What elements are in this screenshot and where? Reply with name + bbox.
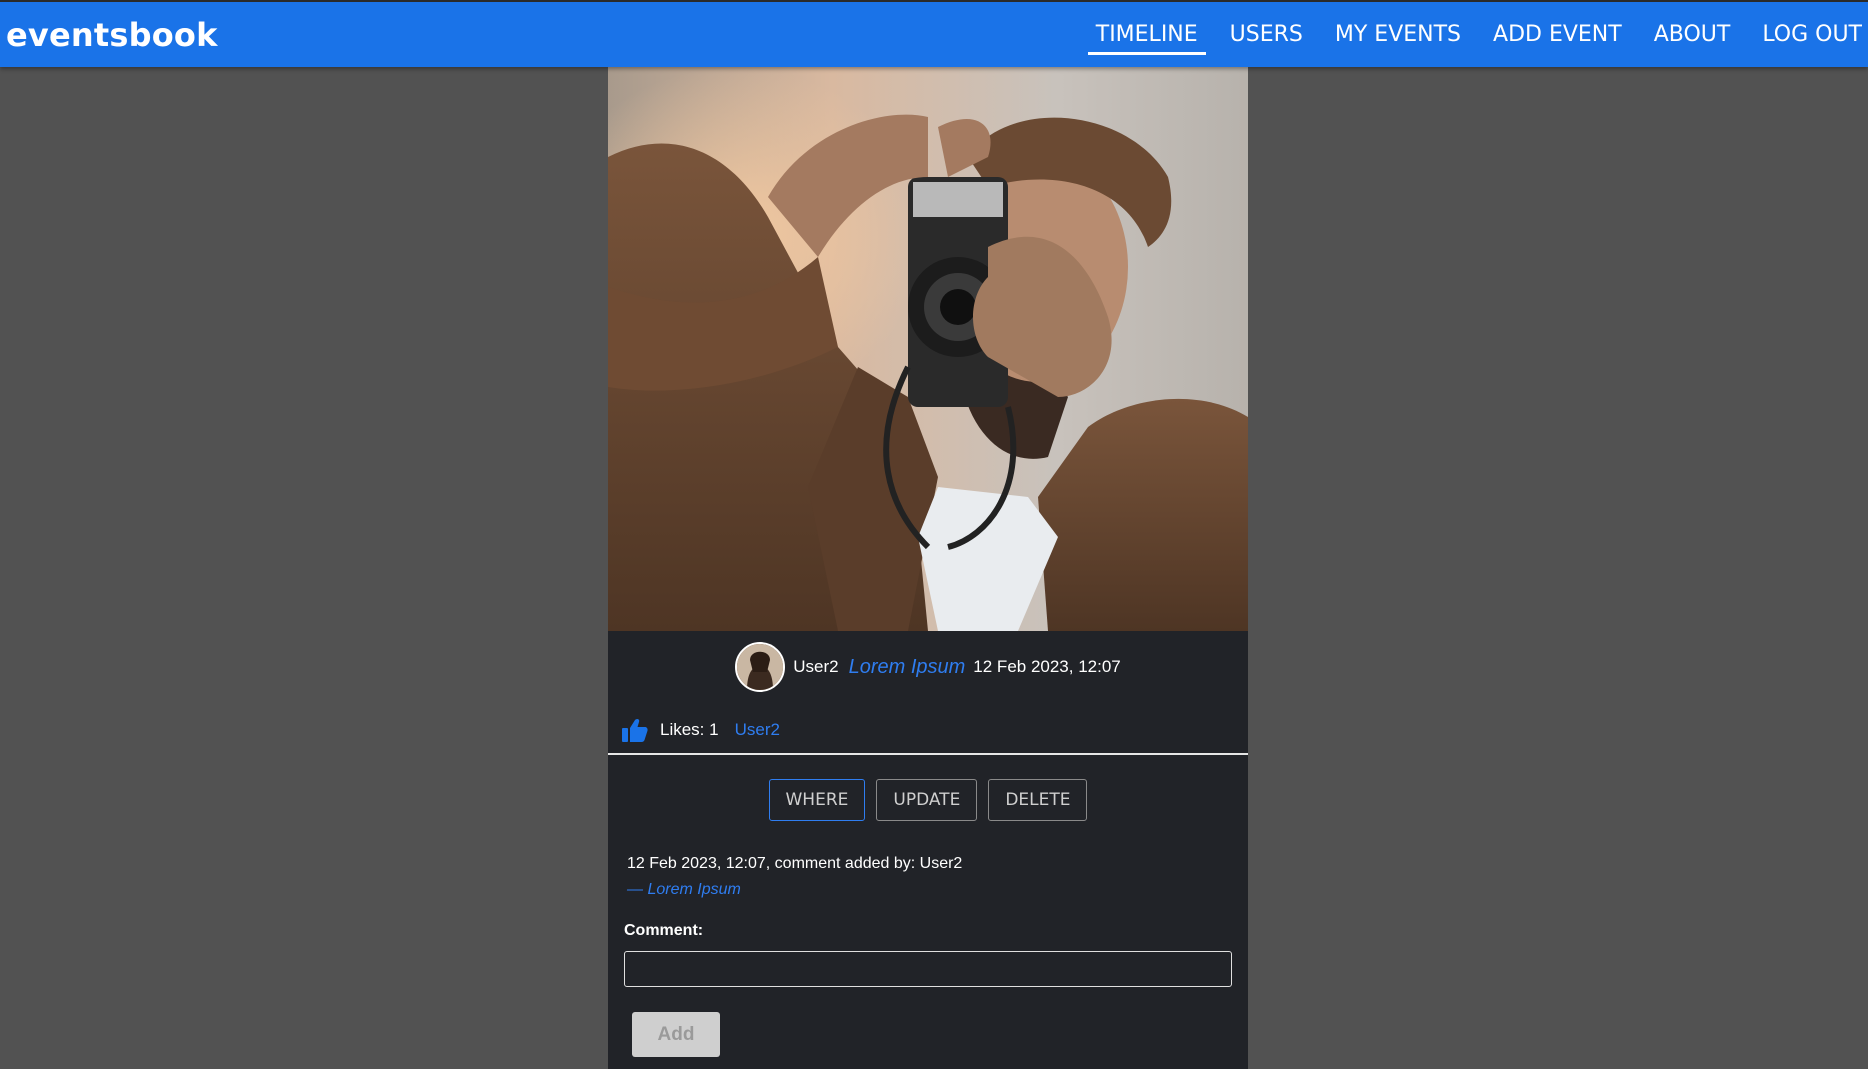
comment-label: Comment: [624,922,704,939]
comment-input[interactable] [624,951,1232,987]
event-date: 12 Feb 2023, 12:07 [973,657,1121,676]
top-navbar: eventsbook TIMELINE USERS MY EVENTS ADD … [0,0,1868,67]
avatar[interactable] [735,642,786,692]
delete-button[interactable]: DELETE [988,779,1088,821]
comment-text: — Lorem Ipsum [627,881,741,898]
event-actions: WHERE UPDATE DELETE [608,779,1248,821]
nav-item-my-events[interactable]: MY EVENTS [1335,2,1461,67]
event-card: User2 Lorem Ipsum 12 Feb 2023, 12:07 Lik… [608,67,1248,1069]
brand-logo[interactable]: eventsbook [6,16,218,54]
add-comment-button[interactable]: Add [632,1012,720,1057]
comment-info: 12 Feb 2023, 12:07, comment added by: Us… [627,855,963,872]
update-button[interactable]: UPDATE [876,779,978,821]
where-button[interactable]: WHERE [768,779,866,821]
likes-row: Likes: 1 User2 [622,718,780,742]
main-nav: TIMELINE USERS MY EVENTS ADD EVENT ABOUT… [1064,2,1862,67]
thumbs-up-icon[interactable] [622,718,648,742]
nav-item-users[interactable]: USERS [1230,2,1303,67]
nav-item-add-event[interactable]: ADD EVENT [1493,2,1622,67]
divider [608,753,1248,755]
event-author[interactable]: User2 [793,657,838,677]
event-photo [608,67,1248,631]
event-meta: User2 Lorem Ipsum 12 Feb 2023, 12:07 [608,641,1248,693]
liked-by-user[interactable]: User2 [735,720,780,740]
nav-item-about[interactable]: ABOUT [1654,2,1731,67]
event-title[interactable]: Lorem Ipsum [849,656,966,679]
nav-item-log-out[interactable]: LOG OUT [1762,2,1862,67]
likes-count: Likes: 1 [660,720,719,739]
nav-item-timeline[interactable]: TIMELINE [1087,2,1206,67]
